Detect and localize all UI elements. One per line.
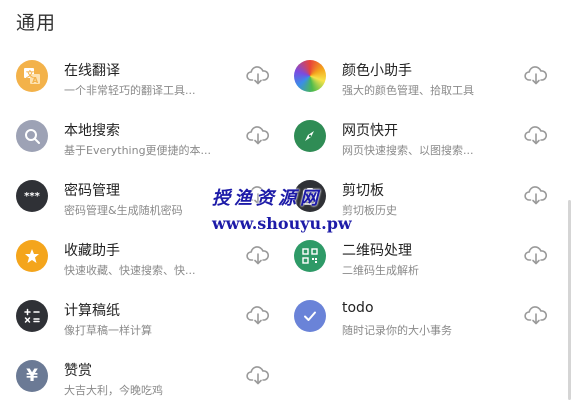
plugin-desc: 强大的颜色管理、拾取工具 <box>342 84 474 97</box>
cloud-download-icon[interactable] <box>246 246 270 266</box>
check-icon <box>294 300 326 332</box>
search-icon <box>16 120 48 152</box>
calculator-icon <box>16 300 48 332</box>
translate-icon: 文A <box>16 60 48 92</box>
plugin-title: 剪切板 <box>342 183 384 199</box>
cloud-download-icon[interactable] <box>246 66 270 86</box>
plugin-item-favorite[interactable]: 收藏助手 快速收藏、快速搜索、快... <box>16 240 296 300</box>
plugin-title: 赞赏 <box>64 363 92 379</box>
plugin-desc: 快速收藏、快速搜索、快... <box>64 264 196 277</box>
plugin-title: 本地搜索 <box>64 123 120 139</box>
cloud-download-icon[interactable] <box>524 186 548 206</box>
plugin-desc: 密码管理&生成随机密码 <box>64 204 183 217</box>
cloud-download-icon[interactable] <box>524 246 548 266</box>
plugin-item-color[interactable]: 颜色小助手 强大的颜色管理、拾取工具 <box>294 60 573 120</box>
color-wheel-icon <box>294 60 326 92</box>
plugin-desc: 剪切板历史 <box>342 204 397 217</box>
plugin-item-web-quick-open[interactable]: 网页快开 网页快速搜索、以图搜索... <box>294 120 573 180</box>
plugin-title: 收藏助手 <box>64 243 120 259</box>
cloud-download-icon[interactable] <box>524 126 548 146</box>
plugin-item-clipboard[interactable]: 剪切板 剪切板历史 <box>294 180 573 240</box>
plugin-desc: 随时记录你的大小事务 <box>342 324 452 337</box>
star-icon <box>16 240 48 272</box>
cloud-download-icon[interactable] <box>246 306 270 326</box>
qr-code-icon <box>294 240 326 272</box>
scrollbar[interactable] <box>568 200 571 400</box>
plugin-title: 二维码处理 <box>342 243 412 259</box>
password-icon: *** <box>16 180 48 212</box>
plugin-item-local-search[interactable]: 本地搜索 基于Everything更便捷的本... <box>16 120 296 180</box>
plugin-title: 计算稿纸 <box>64 303 120 319</box>
plugin-item-todo[interactable]: todo 随时记录你的大小事务 <box>294 300 573 360</box>
plugin-desc: 像打草稿一样计算 <box>64 324 152 337</box>
plugin-desc: 网页快速搜索、以图搜索... <box>342 144 474 157</box>
plugin-title: todo <box>342 300 374 316</box>
plugin-title: 网页快开 <box>342 123 398 139</box>
svg-text:A: A <box>32 76 39 85</box>
plugin-item-reward[interactable]: ¥ 赞赏 大吉大利，今晚吃鸡 <box>16 360 296 420</box>
compass-icon <box>294 120 326 152</box>
plugin-desc: 基于Everything更便捷的本... <box>64 144 212 157</box>
cloud-download-icon[interactable] <box>524 66 548 86</box>
plugin-item-calculator[interactable]: 计算稿纸 像打草稿一样计算 <box>16 300 296 360</box>
plugin-item-password[interactable]: *** 密码管理 密码管理&生成随机密码 <box>16 180 296 240</box>
clipboard-icon <box>294 180 326 212</box>
plugin-title: 在线翻译 <box>64 63 120 79</box>
plugin-title: 密码管理 <box>64 183 120 199</box>
cloud-download-icon[interactable] <box>246 366 270 386</box>
cloud-download-icon[interactable] <box>246 126 270 146</box>
plugin-desc: 一个非常轻巧的翻译工具... <box>64 84 196 97</box>
plugin-item-qr-code[interactable]: 二维码处理 二维码生成解析 <box>294 240 573 300</box>
plugin-desc: 二维码生成解析 <box>342 264 419 277</box>
section-title: 通用 <box>16 12 57 34</box>
plugin-item-translate[interactable]: 文A 在线翻译 一个非常轻巧的翻译工具... <box>16 60 296 120</box>
plugin-title: 颜色小助手 <box>342 63 412 79</box>
cloud-download-icon[interactable] <box>524 306 548 326</box>
plugin-desc: 大吉大利，今晚吃鸡 <box>64 384 163 397</box>
cloud-download-icon[interactable] <box>246 186 270 206</box>
yen-icon: ¥ <box>16 360 48 392</box>
